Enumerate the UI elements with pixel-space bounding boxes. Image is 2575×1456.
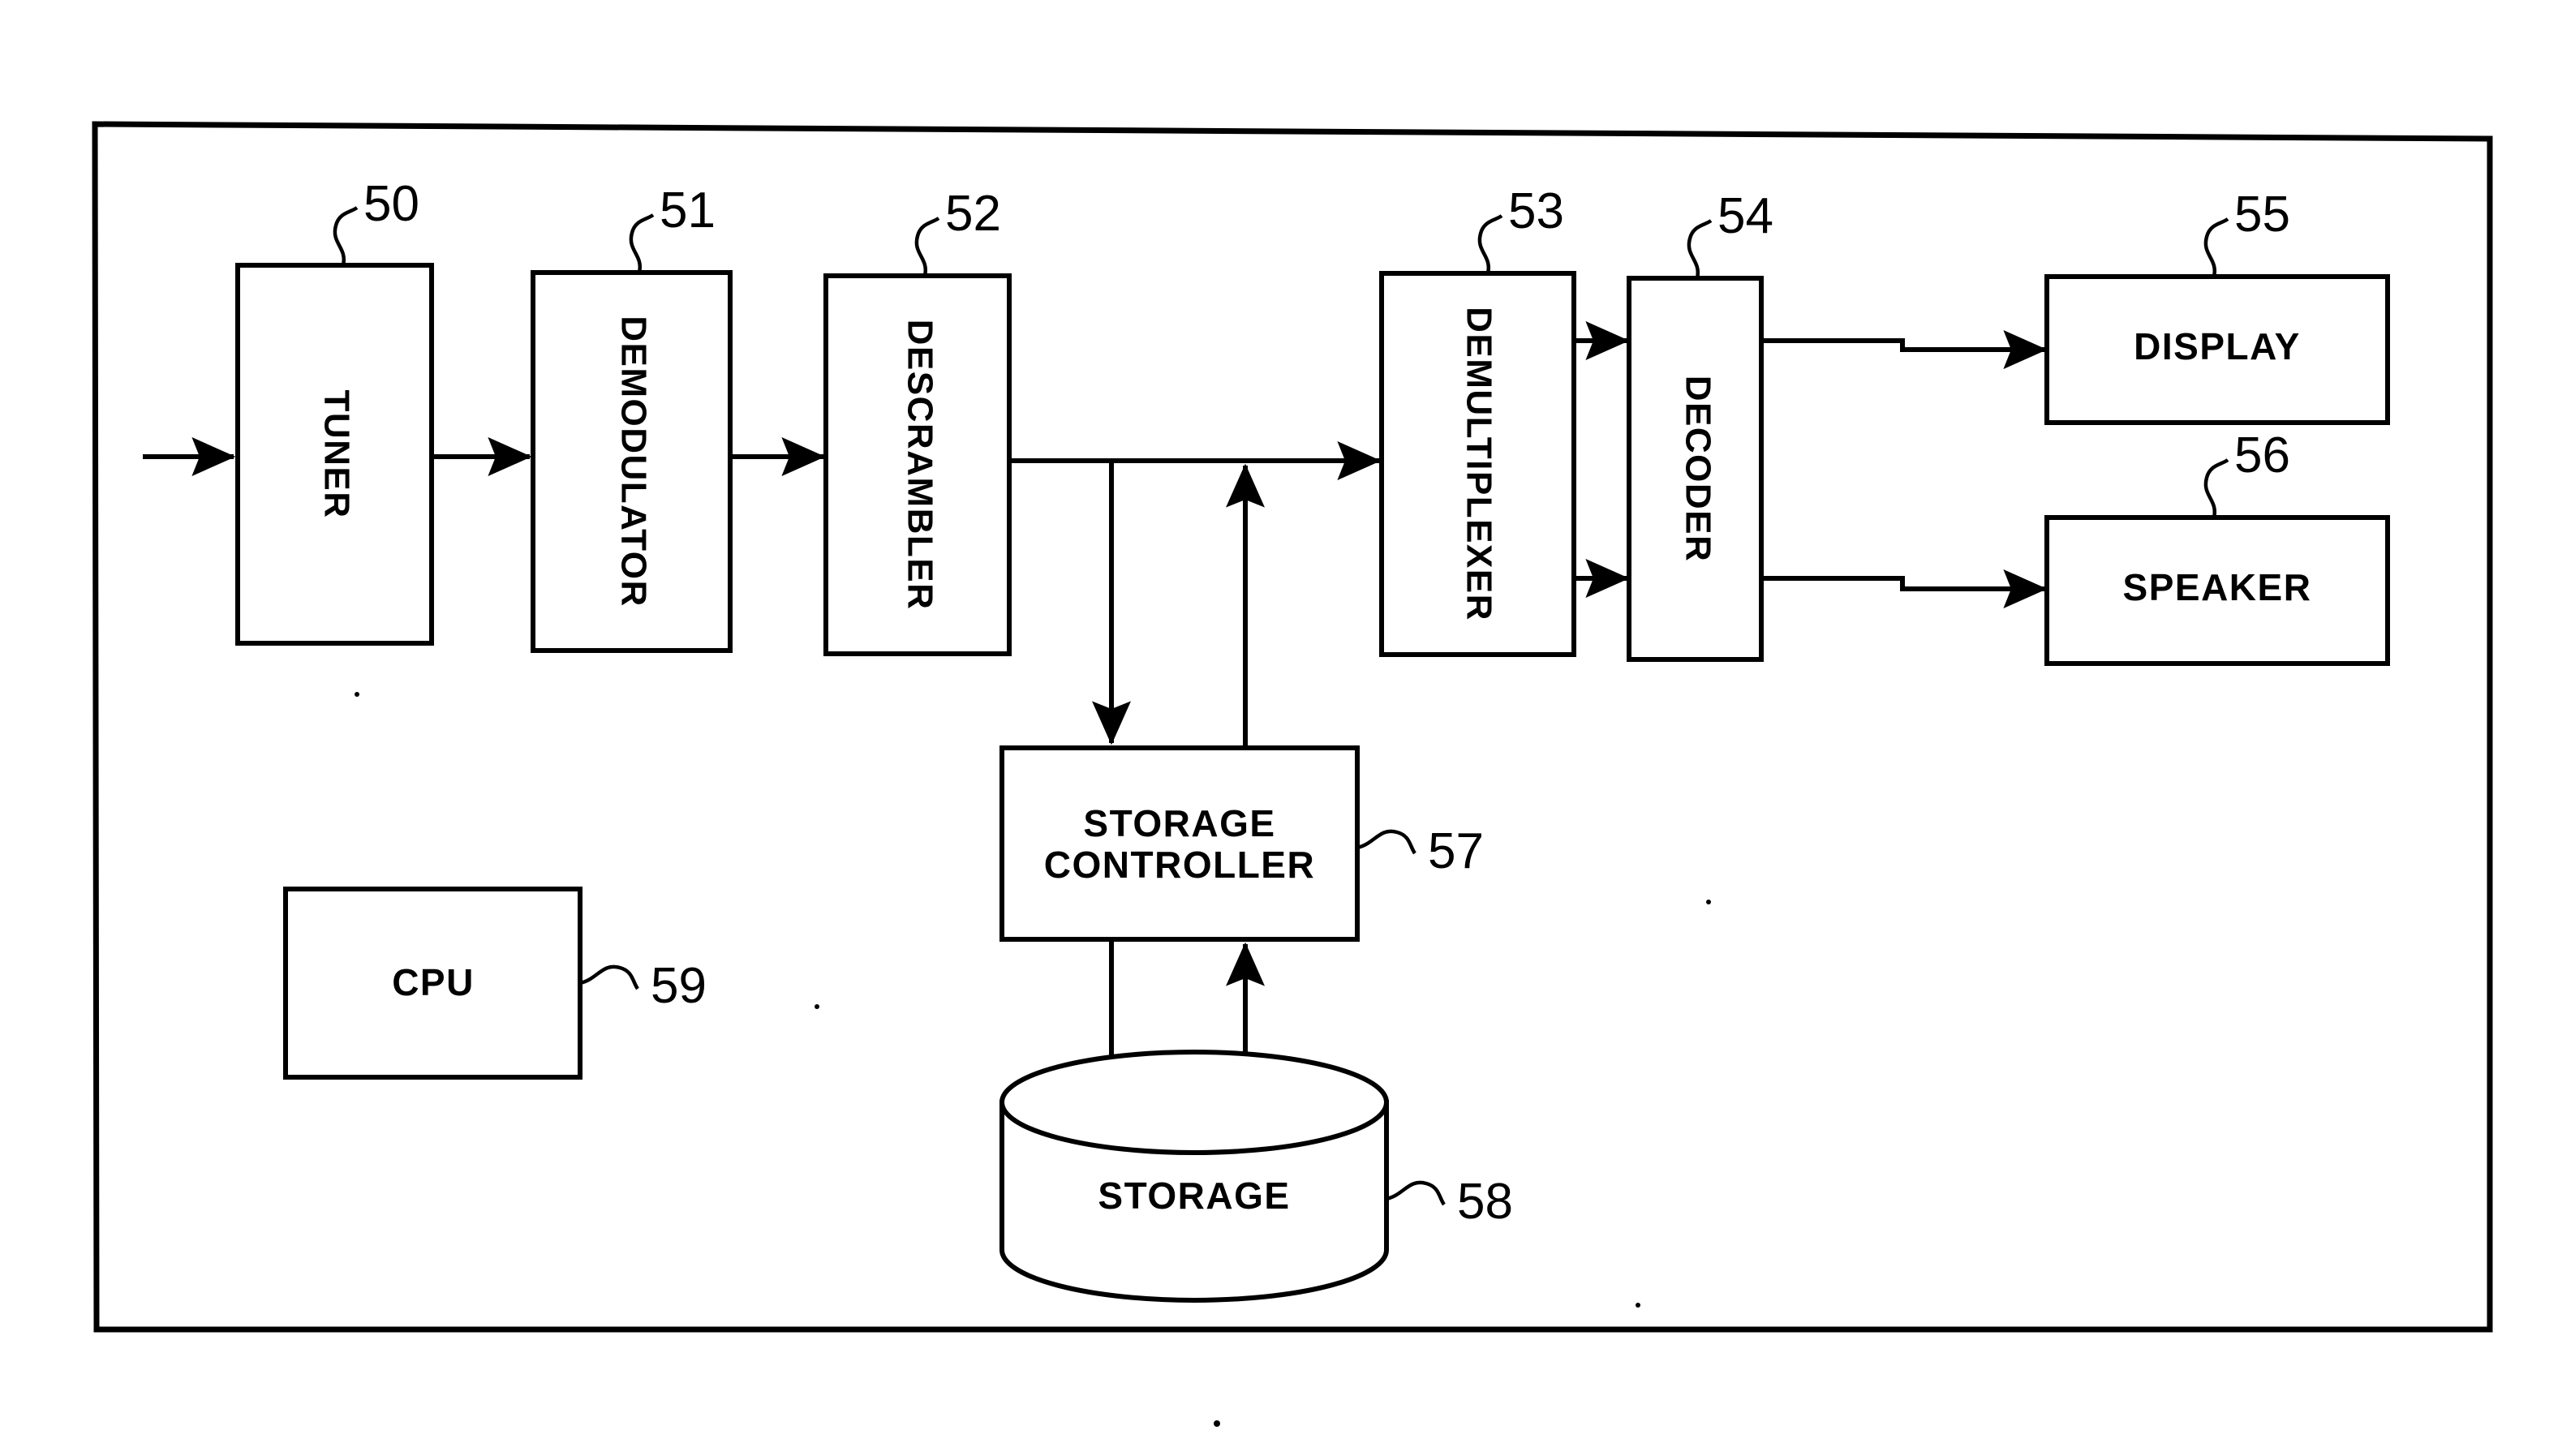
- ref-num-demodulator: 51: [660, 183, 716, 238]
- block-storage-cylinder-top: [999, 1050, 1389, 1155]
- block-display-label: DISPLAY: [2134, 325, 2301, 367]
- ref-num-descrambler: 52: [945, 186, 1001, 242]
- ref-num-tuner: 50: [363, 176, 419, 232]
- block-demodulator-label: DEMODULATOR: [613, 316, 653, 608]
- block-storage-controller-label-line2: CONTROLLER: [1044, 844, 1315, 886]
- ref-num-speaker: 56: [2234, 427, 2290, 483]
- block-descrambler-label: DESCRAMBLER: [900, 320, 939, 611]
- block-tuner-label: TUNER: [316, 389, 356, 518]
- ref-num-cpu: 59: [651, 958, 707, 1014]
- ref-num-demultiplexer: 53: [1508, 183, 1564, 239]
- ref-num-storage-controller: 57: [1428, 823, 1484, 879]
- block-cpu-label: CPU: [392, 961, 475, 1003]
- ref-num-decoder: 54: [1717, 188, 1773, 244]
- block-decoder-label: DECODER: [1678, 376, 1717, 563]
- ref-num-display: 55: [2234, 187, 2290, 243]
- block-demultiplexer-label: DEMULTIPLEXER: [1459, 307, 1498, 621]
- block-diagram: TUNER 50 DEMODULATOR 51 DESCRAMBLER 52 D…: [92, 121, 2493, 1427]
- figure-canvas: TUNER 50 DEMODULATOR 51 DESCRAMBLER 52 D…: [0, 0, 2575, 1456]
- ref-num-storage: 58: [1457, 1174, 1513, 1230]
- block-storage-controller-label-line1: STORAGE: [1083, 802, 1275, 844]
- block-storage-label: STORAGE: [1098, 1175, 1290, 1217]
- block-speaker-label: SPEAKER: [2123, 566, 2312, 608]
